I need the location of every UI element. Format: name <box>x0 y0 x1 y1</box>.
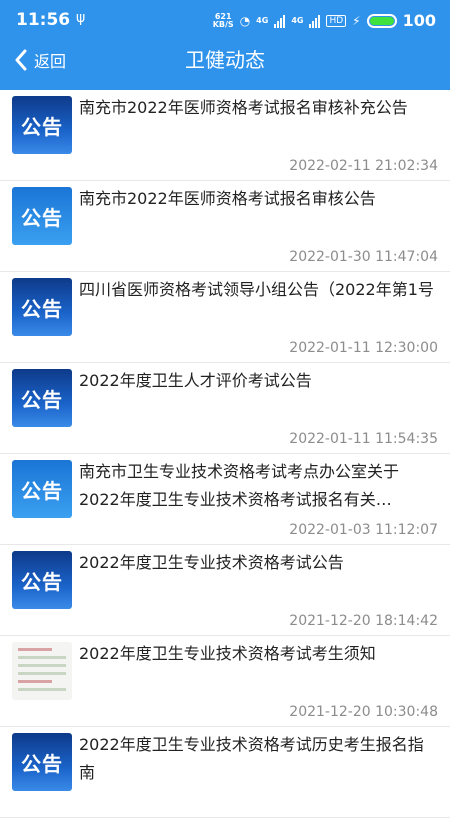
item-title: 2022年度卫生人才评价考试公告 <box>79 371 312 390</box>
app-header: 11:56 ψ 621 KB/S ◔ 4G 4G HD ⚡ 100 卫健动态 返… <box>0 0 450 90</box>
notice-thumbnail: 公告 <box>12 187 72 245</box>
hd-icon: HD <box>326 14 347 27</box>
chevron-left-icon <box>15 49 27 71</box>
item-title: 2022年度卫生专业技术资格考试考生须知 <box>79 644 376 663</box>
network-type-1: 4G <box>256 16 269 25</box>
battery-icon <box>366 13 397 28</box>
signal-icon <box>274 14 286 28</box>
list-item[interactable]: 公告 南充市2022年医师资格考试报名审核公告 2022-01-30 11:47… <box>0 181 450 272</box>
item-title: 南充市2022年医师资格考试报名审核补充公告 <box>79 98 408 117</box>
status-time: 11:56 <box>16 10 71 30</box>
notice-thumbnail: 公告 <box>12 96 72 154</box>
list-item[interactable]: 公告 2022年度卫生人才评价考试公告 2022-01-11 11:54:35 <box>0 363 450 454</box>
network-type-2: 4G <box>291 16 304 25</box>
alarm-icon: ◔ <box>239 13 251 28</box>
usb-icon: ψ <box>76 10 86 26</box>
back-button[interactable]: 返回 <box>14 40 66 80</box>
item-date: 2022-01-11 12:30:00 <box>289 340 438 356</box>
list-item[interactable]: 2022年度卫生专业技术资格考试考生须知 2021-12-20 10:30:48 <box>0 636 450 727</box>
item-title: 南充市卫生专业技术资格考试考点办公室关于2022年度卫生专业技术资格考试报名有关… <box>79 462 400 509</box>
news-list: 公告 南充市2022年医师资格考试报名审核补充公告 2022-02-11 21:… <box>0 90 450 818</box>
nav-bar: 卫健动态 返回 <box>0 40 450 90</box>
item-date: 2021-12-20 18:14:42 <box>289 613 438 629</box>
charging-icon: ⚡ <box>352 13 361 28</box>
item-date: 2022-01-03 11:12:07 <box>289 522 438 538</box>
signal-icon <box>309 14 321 28</box>
item-date: 2022-02-11 21:02:34 <box>289 158 438 174</box>
document-thumbnail <box>12 642 72 700</box>
list-item[interactable]: 公告 南充市2022年医师资格考试报名审核补充公告 2022-02-11 21:… <box>0 90 450 181</box>
item-title: 四川省医师资格考试领导小组公告（2022年第1号 <box>79 280 434 299</box>
page-title: 卫健动态 <box>185 48 265 72</box>
item-date: 2022-01-11 11:54:35 <box>289 431 438 447</box>
item-date: 2021-12-20 10:30:48 <box>289 704 438 720</box>
list-item[interactable]: 公告 南充市卫生专业技术资格考试考点办公室关于2022年度卫生专业技术资格考试报… <box>0 454 450 545</box>
battery-level: 100 <box>402 11 436 30</box>
list-item[interactable]: 公告 2022年度卫生专业技术资格考试公告 2021-12-20 18:14:4… <box>0 545 450 636</box>
status-bar: 11:56 ψ 621 KB/S ◔ 4G 4G HD ⚡ 100 <box>0 0 450 40</box>
notice-thumbnail: 公告 <box>12 278 72 336</box>
back-label: 返回 <box>34 52 67 71</box>
item-title: 2022年度卫生专业技术资格考试公告 <box>79 553 344 572</box>
notice-thumbnail: 公告 <box>12 551 72 609</box>
list-item[interactable]: 公告 四川省医师资格考试领导小组公告（2022年第1号 2022-01-11 1… <box>0 272 450 363</box>
notice-thumbnail: 公告 <box>12 733 72 791</box>
item-title: 2022年度卫生专业技术资格考试历史考生报名指南 <box>79 735 424 782</box>
network-speed: 621 KB/S <box>212 11 234 29</box>
list-item[interactable]: 公告 2022年度卫生专业技术资格考试历史考生报名指南 <box>0 727 450 818</box>
notice-thumbnail: 公告 <box>12 369 72 427</box>
item-date: 2022-01-30 11:47:04 <box>289 249 438 265</box>
notice-thumbnail: 公告 <box>12 460 72 518</box>
item-title: 南充市2022年医师资格考试报名审核公告 <box>79 189 376 208</box>
